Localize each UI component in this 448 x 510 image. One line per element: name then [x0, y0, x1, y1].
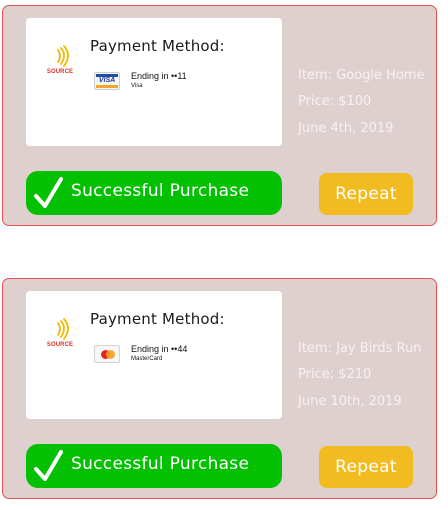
card-brand: Visa — [131, 83, 143, 89]
item-name: Item: Google Home — [298, 68, 425, 83]
purchase-date: June 10th, 2019 — [298, 394, 402, 409]
visa-card-icon: VISA — [94, 72, 120, 90]
successful-purchase-button[interactable]: Successful Purchase — [26, 171, 282, 215]
repeat-button[interactable]: Repeat — [319, 173, 413, 215]
payment-method-title: Payment Method: — [90, 310, 225, 328]
signal-waves-icon — [57, 318, 69, 340]
mastercard-icon — [94, 345, 120, 363]
payment-method-title: Payment Method: — [90, 37, 225, 55]
payment-method-panel: SOURCE Payment Method: VISA Ending in ••… — [26, 18, 282, 146]
merchant-logo: SOURCE — [40, 317, 80, 353]
merchant-logo: SOURCE — [40, 44, 80, 80]
signal-waves-icon — [57, 45, 69, 67]
item-price: Price: $210 — [298, 367, 372, 382]
card-brand: MasterCard — [131, 356, 163, 362]
purchase-card: SOURCE Payment Method: Ending in ••44 Ma… — [2, 278, 437, 499]
merchant-logo-text: SOURCE — [46, 69, 74, 75]
purchase-card: SOURCE Payment Method: VISA Ending in ••… — [2, 5, 437, 226]
checkmark-icon — [34, 450, 63, 481]
purchase-date: June 4th, 2019 — [298, 121, 394, 136]
purchase-history-page: SOURCE Payment Method: VISA Ending in ••… — [0, 0, 448, 510]
merchant-logo-text: SOURCE — [46, 342, 74, 348]
checkmark-icon — [34, 177, 63, 208]
successful-purchase-button[interactable]: Successful Purchase — [26, 444, 282, 488]
successful-purchase-label: Successful Purchase — [71, 454, 250, 474]
item-name: Item: Jay Birds Run — [298, 341, 422, 356]
payment-method-panel: SOURCE Payment Method: Ending in ••44 Ma… — [26, 291, 282, 419]
card-ending-text: Ending in ••11 — [131, 71, 187, 81]
successful-purchase-label: Successful Purchase — [71, 181, 250, 201]
card-ending-text: Ending in ••44 — [131, 344, 188, 354]
item-price: Price: $100 — [298, 94, 372, 109]
repeat-button[interactable]: Repeat — [319, 446, 413, 488]
